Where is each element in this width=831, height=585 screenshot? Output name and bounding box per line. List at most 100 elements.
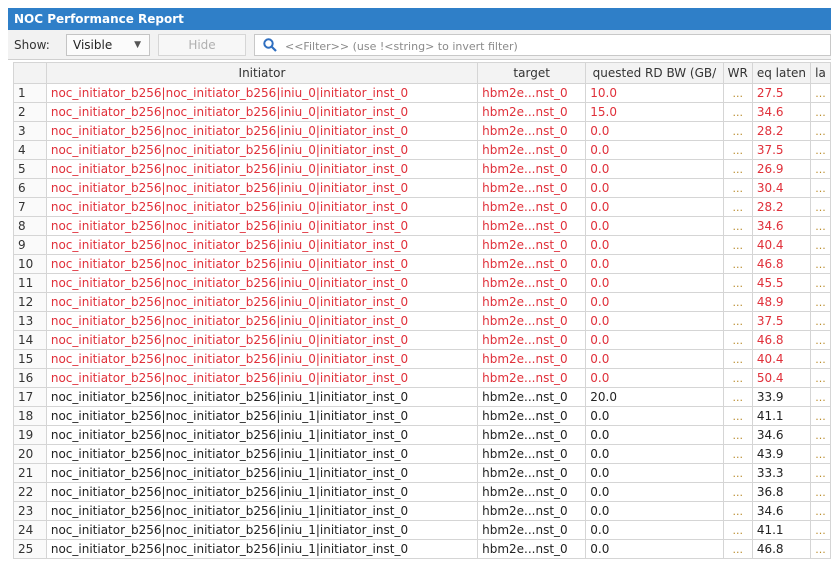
wr-cell: ... xyxy=(722,159,753,179)
table-row[interactable]: 22 noc_initiator_b256|noc_initiator_b256|… xyxy=(13,482,831,502)
column-header-req-latency[interactable]: eq laten xyxy=(751,62,812,84)
wr-cell: ... xyxy=(722,311,753,331)
latency-cell: ... xyxy=(810,197,831,217)
latency-cell: ... xyxy=(810,444,831,464)
target-cell: hbm2e...nst_0 xyxy=(477,159,587,179)
row-number-cell: 19 xyxy=(13,425,47,445)
table-row[interactable]: 20 noc_initiator_b256|noc_initiator_b256|… xyxy=(13,444,831,464)
latency-cell: ... xyxy=(810,330,831,350)
row-number-cell: 14 xyxy=(13,330,47,350)
requested-rd-bw-cell: 0.0 xyxy=(585,520,724,540)
show-dropdown[interactable]: Visible ▼ xyxy=(66,34,150,56)
latency-cell: ... xyxy=(810,406,831,426)
table-row[interactable]: 12 noc_initiator_b256|noc_initiator_b256|… xyxy=(13,292,831,312)
table-row[interactable]: 15 noc_initiator_b256|noc_initiator_b256|… xyxy=(13,349,831,369)
table-row[interactable]: 18 noc_initiator_b256|noc_initiator_b256|… xyxy=(13,406,831,426)
wr-cell: ... xyxy=(722,292,753,312)
requested-rd-bw-cell: 0.0 xyxy=(585,140,724,160)
window-title-bar: NOC Performance Report xyxy=(8,8,831,30)
table-row[interactable]: 21 noc_initiator_b256|noc_initiator_b256|… xyxy=(13,463,831,483)
wr-cell: ... xyxy=(722,197,753,217)
initiator-cell: noc_initiator_b256|noc_initiator_b256|in… xyxy=(45,463,479,483)
requested-rd-bw-cell: 15.0 xyxy=(585,102,724,122)
requested-rd-bw-cell: 0.0 xyxy=(585,349,724,369)
requested-rd-bw-cell: 0.0 xyxy=(585,539,724,559)
table-row[interactable]: 19 noc_initiator_b256|noc_initiator_b256|… xyxy=(13,425,831,445)
requested-rd-bw-cell: 0.0 xyxy=(585,216,724,236)
req-latency-cell: 33.9 xyxy=(751,387,812,407)
req-latency-cell: 41.1 xyxy=(751,520,812,540)
table-row[interactable]: 17 noc_initiator_b256|noc_initiator_b256|… xyxy=(13,387,831,407)
filter-box[interactable] xyxy=(254,34,831,56)
wr-cell: ... xyxy=(722,425,753,445)
target-cell: hbm2e...nst_0 xyxy=(477,539,587,559)
initiator-cell: noc_initiator_b256|noc_initiator_b256|in… xyxy=(45,387,479,407)
table-row[interactable]: 24 noc_initiator_b256|noc_initiator_b256|… xyxy=(13,520,831,540)
table-row[interactable]: 25 noc_initiator_b256|noc_initiator_b256|… xyxy=(13,539,831,559)
wr-cell: ... xyxy=(722,83,753,103)
latency-cell: ... xyxy=(810,292,831,312)
req-latency-cell: 43.9 xyxy=(751,444,812,464)
column-header-initiator[interactable]: Initiator xyxy=(45,62,479,84)
req-latency-cell: 36.8 xyxy=(751,482,812,502)
search-icon xyxy=(263,38,277,52)
table-row[interactable]: 14 noc_initiator_b256|noc_initiator_b256|… xyxy=(13,330,831,350)
initiator-cell: noc_initiator_b256|noc_initiator_b256|in… xyxy=(45,102,479,122)
target-cell: hbm2e...nst_0 xyxy=(477,311,587,331)
column-header-requested-rd-bw[interactable]: quested RD BW (GB/ xyxy=(585,62,724,84)
table-row[interactable]: 2 noc_initiator_b256|noc_initiator_b256|i… xyxy=(13,102,831,122)
table-row[interactable]: 5 noc_initiator_b256|noc_initiator_b256|i… xyxy=(13,159,831,179)
latency-cell: ... xyxy=(810,273,831,293)
initiator-cell: noc_initiator_b256|noc_initiator_b256|in… xyxy=(45,159,479,179)
column-header-wr[interactable]: WR xyxy=(722,62,753,84)
wr-cell: ... xyxy=(722,406,753,426)
row-number-cell: 22 xyxy=(13,482,47,502)
wr-cell: ... xyxy=(722,178,753,198)
requested-rd-bw-cell: 0.0 xyxy=(585,311,724,331)
column-header-row-number[interactable] xyxy=(13,62,47,84)
requested-rd-bw-cell: 0.0 xyxy=(585,330,724,350)
table-row[interactable]: 3 noc_initiator_b256|noc_initiator_b256|i… xyxy=(13,121,831,141)
table-row[interactable]: 11 noc_initiator_b256|noc_initiator_b256|… xyxy=(13,273,831,293)
row-number-cell: 21 xyxy=(13,463,47,483)
table-body: 1 noc_initiator_b256|noc_initiator_b256|i… xyxy=(13,83,831,559)
req-latency-cell: 50.4 xyxy=(751,368,812,388)
req-latency-cell: 46.8 xyxy=(751,254,812,274)
filter-input[interactable] xyxy=(283,36,827,56)
target-cell: hbm2e...nst_0 xyxy=(477,387,587,407)
req-latency-cell: 34.6 xyxy=(751,501,812,521)
table-row[interactable]: 10 noc_initiator_b256|noc_initiator_b256|… xyxy=(13,254,831,274)
requested-rd-bw-cell: 0.0 xyxy=(585,254,724,274)
wr-cell: ... xyxy=(722,273,753,293)
target-cell: hbm2e...nst_0 xyxy=(477,121,587,141)
target-cell: hbm2e...nst_0 xyxy=(477,501,587,521)
table-row[interactable]: 13 noc_initiator_b256|noc_initiator_b256|… xyxy=(13,311,831,331)
row-number-cell: 10 xyxy=(13,254,47,274)
table-row[interactable]: 9 noc_initiator_b256|noc_initiator_b256|i… xyxy=(13,235,831,255)
target-cell: hbm2e...nst_0 xyxy=(477,197,587,217)
hide-button[interactable]: Hide xyxy=(158,34,246,56)
table-row[interactable]: 4 noc_initiator_b256|noc_initiator_b256|i… xyxy=(13,140,831,160)
initiator-cell: noc_initiator_b256|noc_initiator_b256|in… xyxy=(45,235,479,255)
window-title: NOC Performance Report xyxy=(14,12,184,26)
column-header-target[interactable]: target xyxy=(477,62,587,84)
latency-cell: ... xyxy=(810,140,831,160)
table-row[interactable]: 23 noc_initiator_b256|noc_initiator_b256|… xyxy=(13,501,831,521)
table-row[interactable]: 16 noc_initiator_b256|noc_initiator_b256|… xyxy=(13,368,831,388)
table-row[interactable]: 6 noc_initiator_b256|noc_initiator_b256|i… xyxy=(13,178,831,198)
requested-rd-bw-cell: 0.0 xyxy=(585,197,724,217)
latency-cell: ... xyxy=(810,235,831,255)
table-row[interactable]: 1 noc_initiator_b256|noc_initiator_b256|i… xyxy=(13,83,831,103)
table-row[interactable]: 8 noc_initiator_b256|noc_initiator_b256|i… xyxy=(13,216,831,236)
column-header-latency[interactable]: la xyxy=(810,62,831,84)
row-number-cell: 20 xyxy=(13,444,47,464)
initiator-cell: noc_initiator_b256|noc_initiator_b256|in… xyxy=(45,539,479,559)
table-row[interactable]: 7 noc_initiator_b256|noc_initiator_b256|i… xyxy=(13,197,831,217)
row-number-cell: 11 xyxy=(13,273,47,293)
row-number-cell: 16 xyxy=(13,368,47,388)
requested-rd-bw-cell: 0.0 xyxy=(585,273,724,293)
target-cell: hbm2e...nst_0 xyxy=(477,406,587,426)
latency-cell: ... xyxy=(810,349,831,369)
initiator-cell: noc_initiator_b256|noc_initiator_b256|in… xyxy=(45,178,479,198)
latency-cell: ... xyxy=(810,425,831,445)
